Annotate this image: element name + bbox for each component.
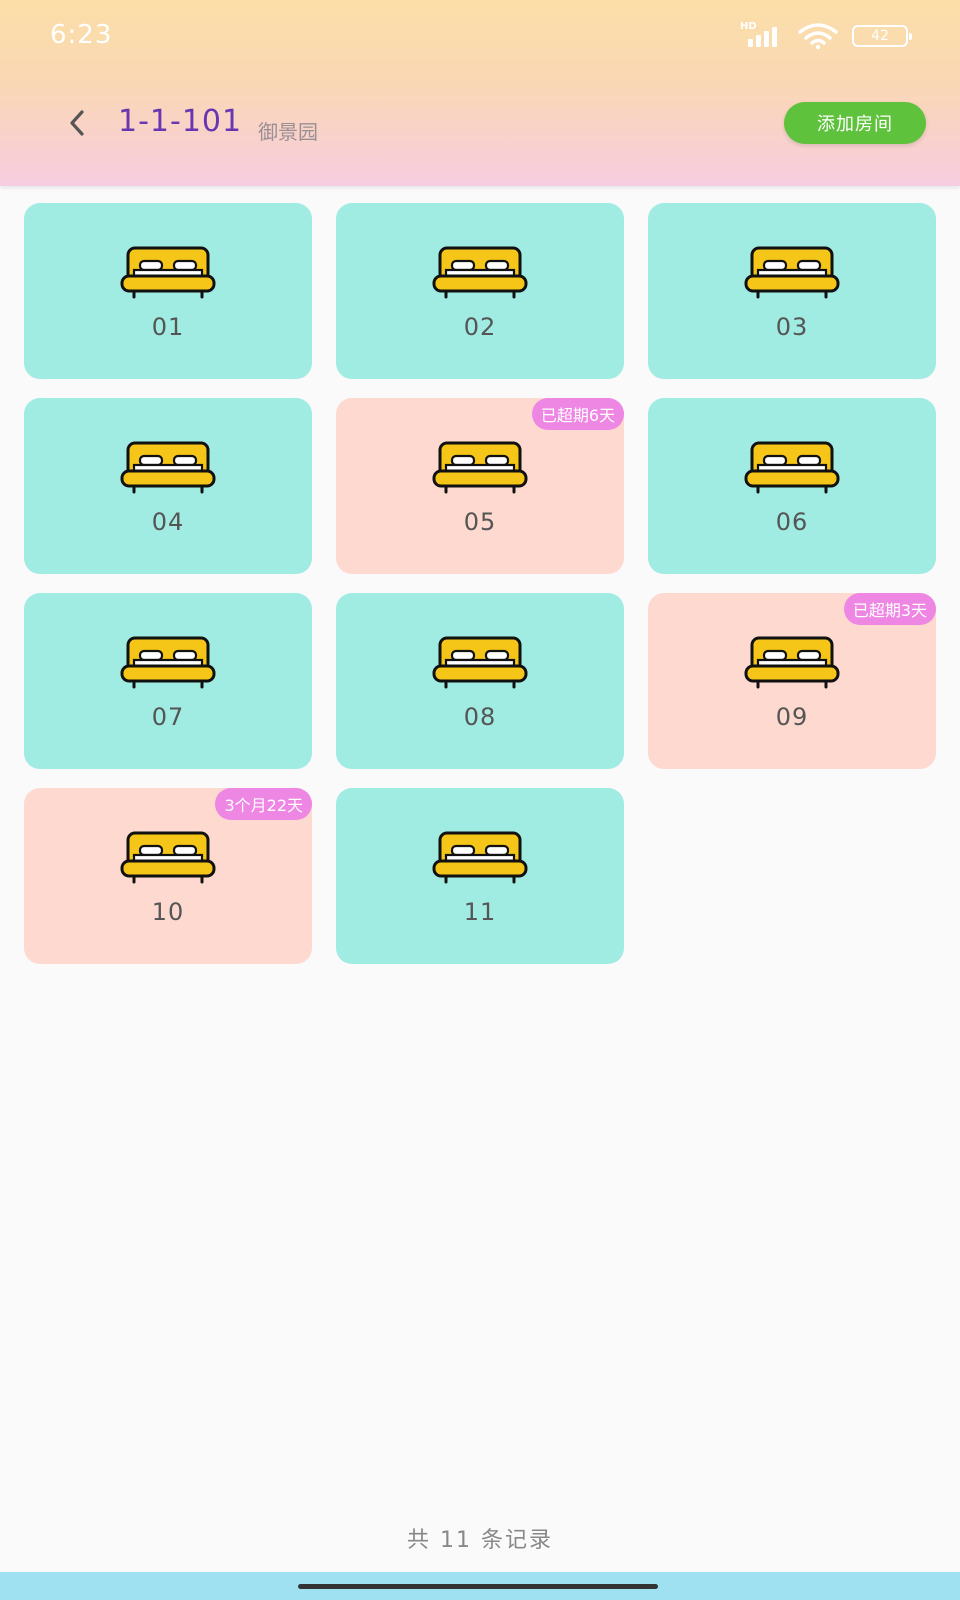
wifi-icon bbox=[798, 23, 838, 50]
room-card[interactable]: 03 bbox=[648, 203, 936, 379]
bed-icon bbox=[744, 246, 840, 299]
room-card[interactable]: 02 bbox=[336, 203, 624, 379]
bed-icon bbox=[120, 831, 216, 884]
home-indicator[interactable] bbox=[298, 1584, 658, 1589]
page-subtitle: 御景园 bbox=[258, 120, 318, 144]
record-count: 共 11 条记录 bbox=[407, 1528, 553, 1553]
room-number: 10 bbox=[151, 898, 185, 926]
status-icons: HD 42 bbox=[740, 21, 912, 50]
room-card[interactable]: 04 bbox=[24, 398, 312, 574]
room-number: 01 bbox=[151, 313, 185, 341]
room-number: 06 bbox=[775, 508, 809, 536]
room-number: 11 bbox=[463, 898, 497, 926]
battery-icon: 42 bbox=[852, 25, 912, 47]
room-card[interactable]: 11 bbox=[336, 788, 624, 964]
bed-icon bbox=[744, 441, 840, 494]
room-number: 05 bbox=[463, 508, 497, 536]
bed-icon bbox=[432, 246, 528, 299]
overdue-badge: 已超期6天 bbox=[531, 398, 624, 430]
room-number: 04 bbox=[151, 508, 185, 536]
room-number: 03 bbox=[775, 313, 809, 341]
chevron-left-icon bbox=[70, 110, 84, 136]
room-number: 07 bbox=[151, 703, 185, 731]
bed-icon bbox=[432, 636, 528, 689]
system-nav-bar bbox=[0, 1572, 960, 1600]
room-card[interactable]: 07 bbox=[24, 593, 312, 769]
bed-icon bbox=[120, 636, 216, 689]
room-number: 02 bbox=[463, 313, 497, 341]
bed-icon bbox=[744, 636, 840, 689]
signal-icon: HD bbox=[740, 21, 784, 49]
room-card[interactable]: 08 bbox=[336, 593, 624, 769]
page-title: 1-1-101 bbox=[118, 104, 243, 139]
overdue-badge: 3个月22天 bbox=[215, 788, 312, 820]
bed-icon bbox=[432, 441, 528, 494]
room-grid: 01 02 03 04 05 已超期6天 06 07 08 09 已超期3天 1… bbox=[24, 203, 936, 964]
bed-icon bbox=[120, 246, 216, 299]
app-header: 6:23 HD 42 1-1-101 御景园 添加房间 bbox=[0, 0, 960, 186]
battery-level: 42 bbox=[871, 28, 889, 44]
bed-icon bbox=[432, 831, 528, 884]
room-card[interactable]: 01 bbox=[24, 203, 312, 379]
room-card[interactable]: 06 bbox=[648, 398, 936, 574]
status-time: 6:23 bbox=[50, 20, 113, 50]
overdue-badge: 已超期3天 bbox=[843, 593, 936, 625]
add-room-button[interactable]: 添加房间 bbox=[784, 102, 926, 144]
bed-icon bbox=[120, 441, 216, 494]
room-card[interactable]: 09 已超期3天 bbox=[648, 593, 936, 769]
network-type-label: HD bbox=[740, 21, 757, 32]
room-number: 08 bbox=[463, 703, 497, 731]
room-number: 09 bbox=[775, 703, 809, 731]
back-button[interactable] bbox=[62, 106, 92, 140]
room-card[interactable]: 10 3个月22天 bbox=[24, 788, 312, 964]
room-card[interactable]: 05 已超期6天 bbox=[336, 398, 624, 574]
